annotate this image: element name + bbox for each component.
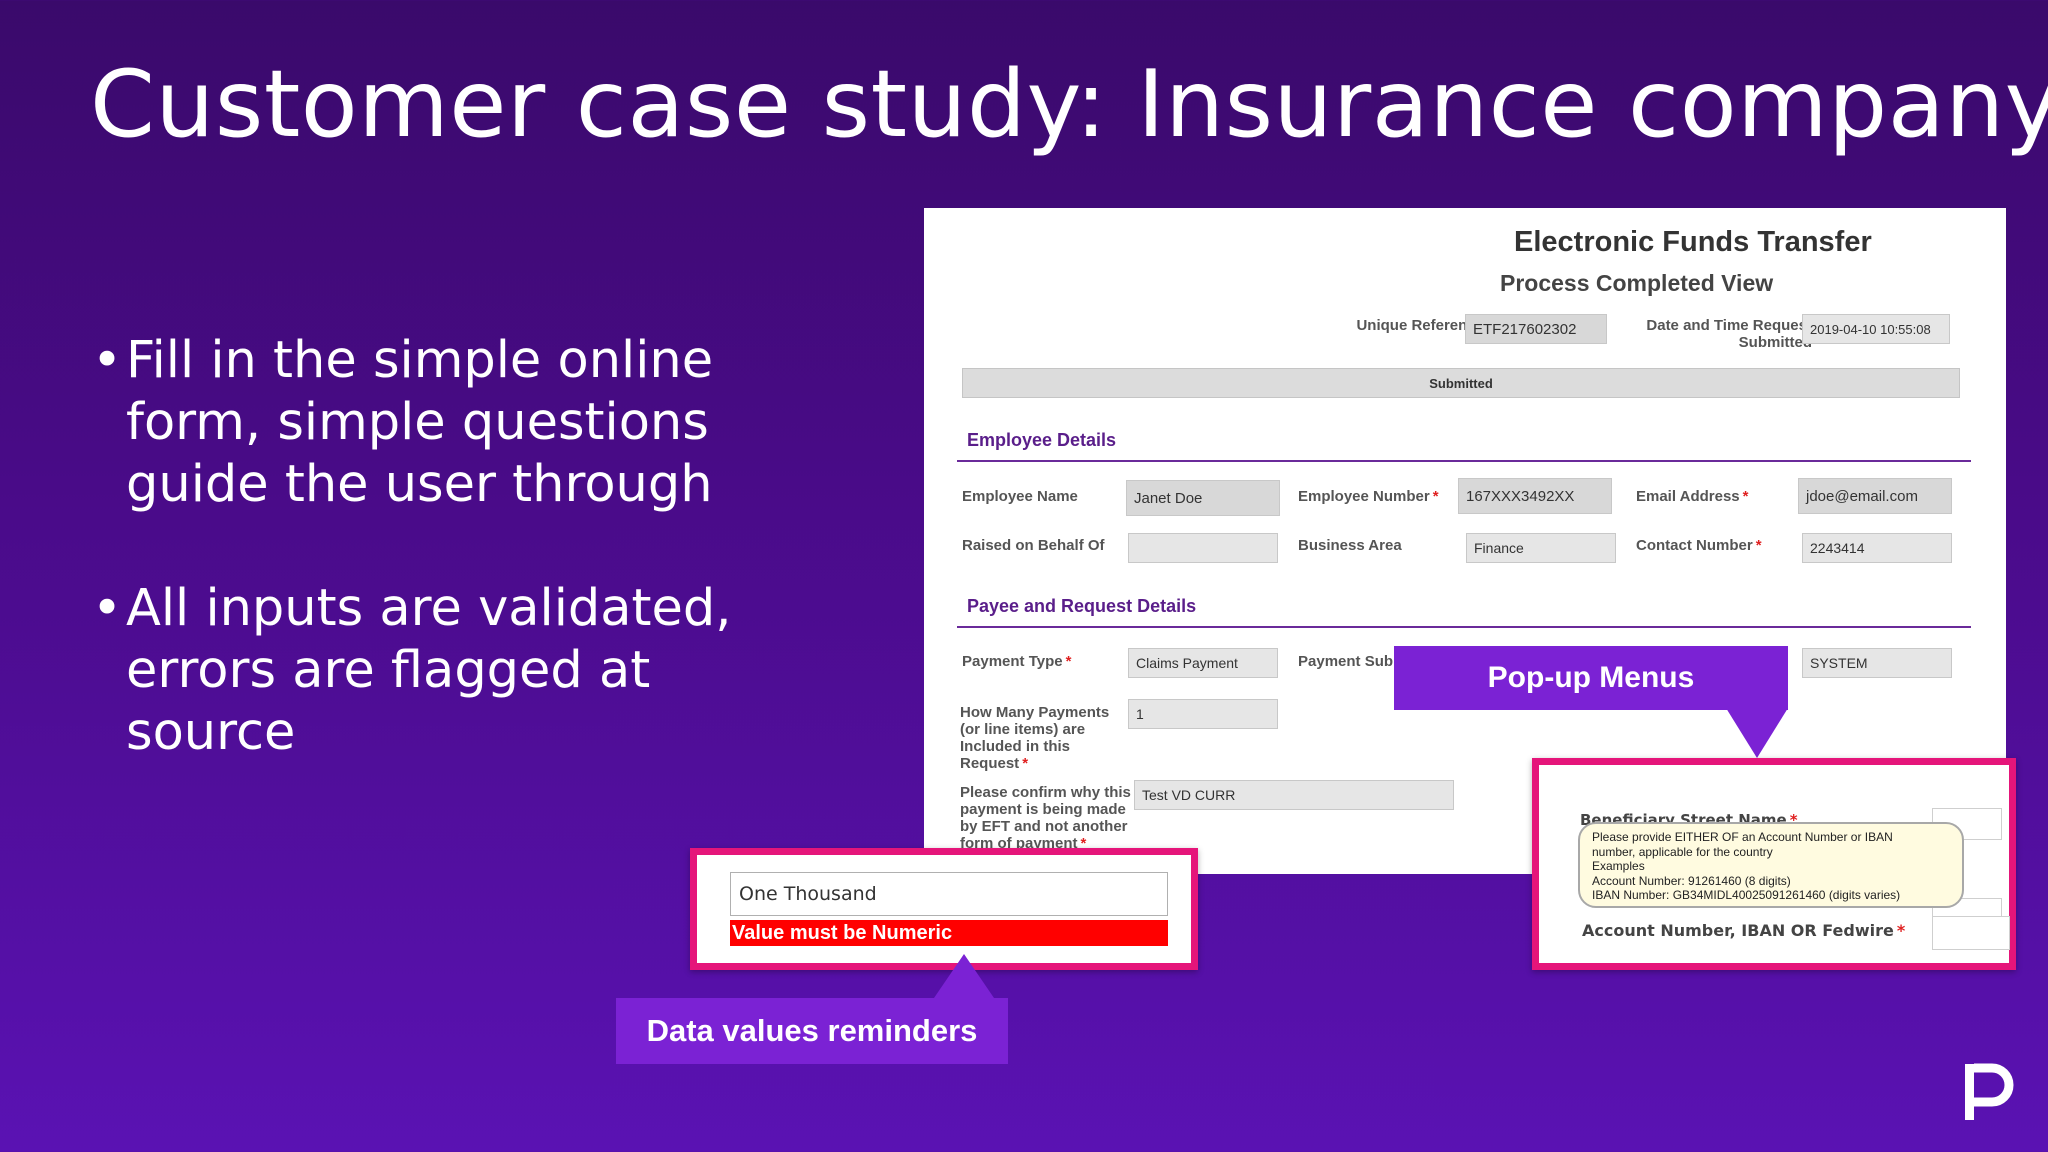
- unique-reference-field[interactable]: ETF217602302: [1465, 314, 1607, 344]
- account-number-label: Account Number, IBAN OR Fedwire *: [1582, 921, 1906, 940]
- employee-number-label: Employee Number *: [1298, 488, 1439, 505]
- raised-on-behalf-label: Raised on Behalf Of: [962, 537, 1105, 554]
- bullet-list: • Fill in the simple online form, simple…: [92, 330, 792, 826]
- payee-details-heading: Payee and Request Details: [967, 596, 1197, 616]
- numeric-error-message: Value must be Numeric: [730, 920, 1168, 946]
- section-divider: [957, 460, 1971, 462]
- confirm-why-field[interactable]: Test VD CURR: [1134, 780, 1454, 810]
- data-values-reminders-label: Data values reminders: [616, 998, 1008, 1064]
- slide-title: Customer case study: Insurance company: [90, 50, 2048, 158]
- employee-name-label: Employee Name: [962, 488, 1078, 505]
- employee-name-field[interactable]: Janet Doe: [1126, 480, 1280, 516]
- tooltip-line: number, applicable for the country: [1592, 844, 1773, 859]
- bullet-item: • All inputs are validated, errors are f…: [92, 578, 792, 764]
- payment-type-label: Payment Type *: [962, 653, 1072, 670]
- section-divider: [957, 626, 1971, 628]
- business-area-label: Business Area: [1298, 537, 1402, 554]
- p-logo-icon: [1965, 1063, 2014, 1120]
- email-address-field[interactable]: jdoe@email.com: [1798, 478, 1952, 514]
- business-area-field[interactable]: Finance: [1466, 533, 1616, 563]
- bullet-text: Fill in the simple online form, simple q…: [126, 331, 714, 514]
- email-address-label: Email Address *: [1636, 488, 1749, 505]
- employee-number-field[interactable]: 167XXX3492XX: [1458, 478, 1612, 514]
- confirm-why-label: Please confirm why this payment is being…: [960, 784, 1131, 852]
- contact-number-field[interactable]: 2243414: [1802, 533, 1952, 563]
- tooltip-line: Account Number: 91261460 (8 digits): [1592, 873, 1791, 888]
- unique-reference-label: Unique Reference: [1356, 317, 1484, 334]
- contact-number-label: Contact Number *: [1636, 537, 1762, 554]
- employee-details-heading: Employee Details: [967, 430, 1117, 450]
- amount-input[interactable]: One Thousand: [730, 872, 1168, 916]
- how-many-payments-field[interactable]: 1: [1128, 699, 1278, 729]
- iban-help-tooltip: Please provide EITHER OF an Account Numb…: [1578, 822, 1964, 908]
- form-title: Electronic Funds Transfer: [1514, 226, 1872, 258]
- popup-menus-label: Pop-up Menus: [1394, 646, 1788, 710]
- bullet-dot: •: [92, 579, 123, 638]
- account-number-field[interactable]: [1932, 916, 2010, 950]
- tooltip-line: Please provide EITHER OF an Account Numb…: [1592, 830, 1893, 844]
- system-field[interactable]: SYSTEM: [1802, 648, 1952, 678]
- tooltip-line: IBAN Number: GB34MIDL40025091261460 (dig…: [1592, 888, 1901, 902]
- data-values-pointer: [934, 954, 994, 998]
- form-subtitle: Process Completed View: [1500, 270, 1774, 296]
- payment-sub-label: Payment Sub: [1298, 653, 1394, 670]
- status-bar: Submitted: [962, 368, 1960, 398]
- tooltip-line: Examples: [1592, 859, 1645, 873]
- payment-type-field[interactable]: Claims Payment: [1128, 648, 1278, 678]
- bullet-dot: •: [92, 331, 123, 390]
- date-submitted-field[interactable]: 2019-04-10 10:55:08: [1802, 314, 1950, 344]
- raised-on-behalf-field[interactable]: [1128, 533, 1278, 563]
- date-submitted-label: Date and Time Request Submitted: [1646, 317, 1812, 351]
- bullet-text: All inputs are validated, errors are fla…: [126, 579, 732, 762]
- bullet-item: • Fill in the simple online form, simple…: [92, 330, 792, 516]
- popup-menus-pointer: [1726, 708, 1788, 758]
- how-many-payments-label: How Many Payments (or line items) are In…: [960, 704, 1110, 772]
